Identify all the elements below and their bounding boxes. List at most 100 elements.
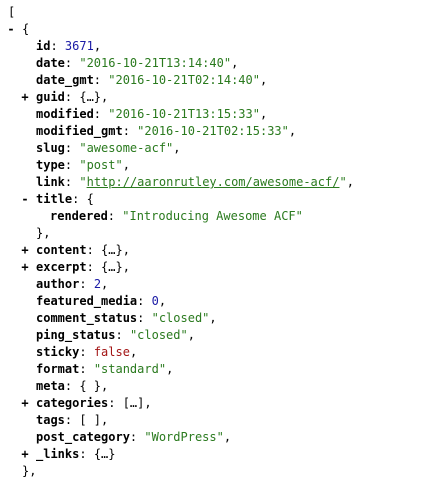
json-key-date-gmt: date_gmt: [36, 73, 94, 87]
json-value: "WordPress": [144, 430, 224, 444]
json-value: 0: [151, 294, 159, 308]
comma: ,: [101, 413, 109, 427]
comma: ,: [187, 328, 195, 342]
colon: :: [79, 362, 94, 376]
json-value: [ ]: [79, 413, 102, 427]
json-key-excerpt: excerpt: [36, 260, 87, 274]
expand-toggle[interactable]: +: [19, 242, 31, 259]
colon: :: [50, 39, 65, 53]
comma: ,: [158, 294, 167, 308]
json-line: -{: [0, 21, 428, 38]
json-key-tags: tags: [36, 413, 65, 427]
json-line: },: [0, 225, 428, 242]
json-line: link: "http://aaronrutley.com/awesome-ac…: [0, 174, 428, 191]
json-line: featured_media: 0,: [0, 293, 428, 310]
colon: :: [64, 90, 80, 104]
json-value: false: [93, 345, 130, 359]
json-line: post_category: "WordPress",: [0, 429, 428, 446]
json-value: "closed": [129, 328, 188, 342]
json-key-title: title: [36, 192, 73, 206]
comma: ,: [346, 175, 354, 189]
colon: :: [108, 396, 123, 410]
colon: :: [107, 209, 123, 223]
comma: ,: [101, 90, 109, 104]
collapse-toggle[interactable]: -: [19, 191, 31, 208]
comma: ,: [231, 56, 239, 70]
colon: :: [93, 73, 109, 87]
json-line: date: "2016-10-21T13:14:40",: [0, 55, 428, 72]
colon: :: [64, 158, 80, 172]
json-value: 3671: [64, 39, 94, 53]
expand-toggle[interactable]: +: [19, 259, 31, 276]
colon: :: [129, 430, 145, 444]
colon: :: [79, 345, 94, 359]
json-line: },: [0, 463, 428, 480]
quote-open: ": [79, 175, 87, 189]
json-key-modified: modified: [36, 107, 94, 121]
comma: ,: [259, 73, 268, 87]
comma: ,: [223, 430, 232, 444]
json-link[interactable]: http://aaronrutley.com/awesome-acf/: [87, 175, 340, 189]
json-value: "Introducing Awesome ACF": [122, 209, 303, 223]
quote-close: ": [339, 175, 347, 189]
json-line: id: 3671,: [0, 38, 428, 55]
expand-toggle[interactable]: +: [19, 89, 31, 106]
collapsed-value[interactable]: […]: [123, 396, 145, 410]
json-key-rendered: rendered: [50, 209, 108, 223]
json-key-date: date: [36, 56, 65, 70]
json-key-id: id: [36, 39, 51, 53]
json-key-format: format: [36, 362, 80, 376]
colon: :: [72, 192, 87, 206]
json-line: + guid: {…},: [0, 89, 428, 106]
collapsed-value[interactable]: {…}: [101, 260, 123, 274]
comma: ,: [209, 311, 217, 325]
json-key-link: link: [36, 175, 65, 189]
json-key-categories: categories: [36, 396, 109, 410]
comma: ,: [122, 243, 130, 257]
expand-toggle[interactable]: +: [19, 395, 31, 412]
json-line: modified: "2016-10-21T13:15:33",: [0, 106, 428, 123]
colon: :: [64, 175, 80, 189]
json-line: slug: "awesome-acf",: [0, 140, 428, 157]
colon: :: [86, 260, 102, 274]
json-value: "2016-10-21T02:14:40": [108, 73, 260, 87]
json-line: ping_status: "closed",: [0, 327, 428, 344]
comma: ,: [101, 277, 109, 291]
close-bracket: },: [36, 226, 51, 240]
comma: ,: [288, 124, 297, 138]
json-value: 2: [93, 277, 102, 291]
json-value: "post": [79, 158, 123, 172]
json-value: { }: [79, 379, 102, 393]
json-key-type: type: [36, 158, 65, 172]
json-line: date_gmt: "2016-10-21T02:14:40",: [0, 72, 428, 89]
json-line: + _links: {…}: [0, 446, 428, 463]
colon: :: [122, 124, 138, 138]
json-line: format: "standard",: [0, 361, 428, 378]
json-line: comment_status: "closed",: [0, 310, 428, 327]
json-line: meta: { },: [0, 378, 428, 395]
collapse-toggle[interactable]: -: [5, 21, 17, 38]
json-key-post-category: post_category: [36, 430, 130, 444]
expand-toggle[interactable]: +: [19, 446, 31, 463]
json-viewer: [-{id: 3671, date: "2016-10-21T13:14:40",…: [0, 0, 428, 478]
collapsed-value[interactable]: {…}: [79, 90, 101, 104]
colon: :: [93, 107, 109, 121]
json-line: sticky: false,: [0, 344, 428, 361]
json-key-sticky: sticky: [36, 345, 80, 359]
json-key-comment-status: comment_status: [36, 311, 138, 325]
json-key-meta: meta: [36, 379, 65, 393]
comma: ,: [129, 345, 138, 359]
json-key--links: _links: [36, 447, 80, 461]
json-value: "closed": [151, 311, 210, 325]
colon: :: [64, 379, 80, 393]
close-bracket: },: [22, 464, 37, 478]
collapsed-value[interactable]: {…}: [94, 447, 116, 461]
json-key-author: author: [36, 277, 80, 291]
comma: ,: [173, 141, 181, 155]
colon: :: [86, 243, 102, 257]
json-value: "standard": [93, 362, 167, 376]
json-key-guid: guid: [36, 90, 65, 104]
comma: ,: [101, 379, 109, 393]
colon: :: [64, 141, 80, 155]
collapsed-value[interactable]: {…}: [101, 243, 123, 257]
